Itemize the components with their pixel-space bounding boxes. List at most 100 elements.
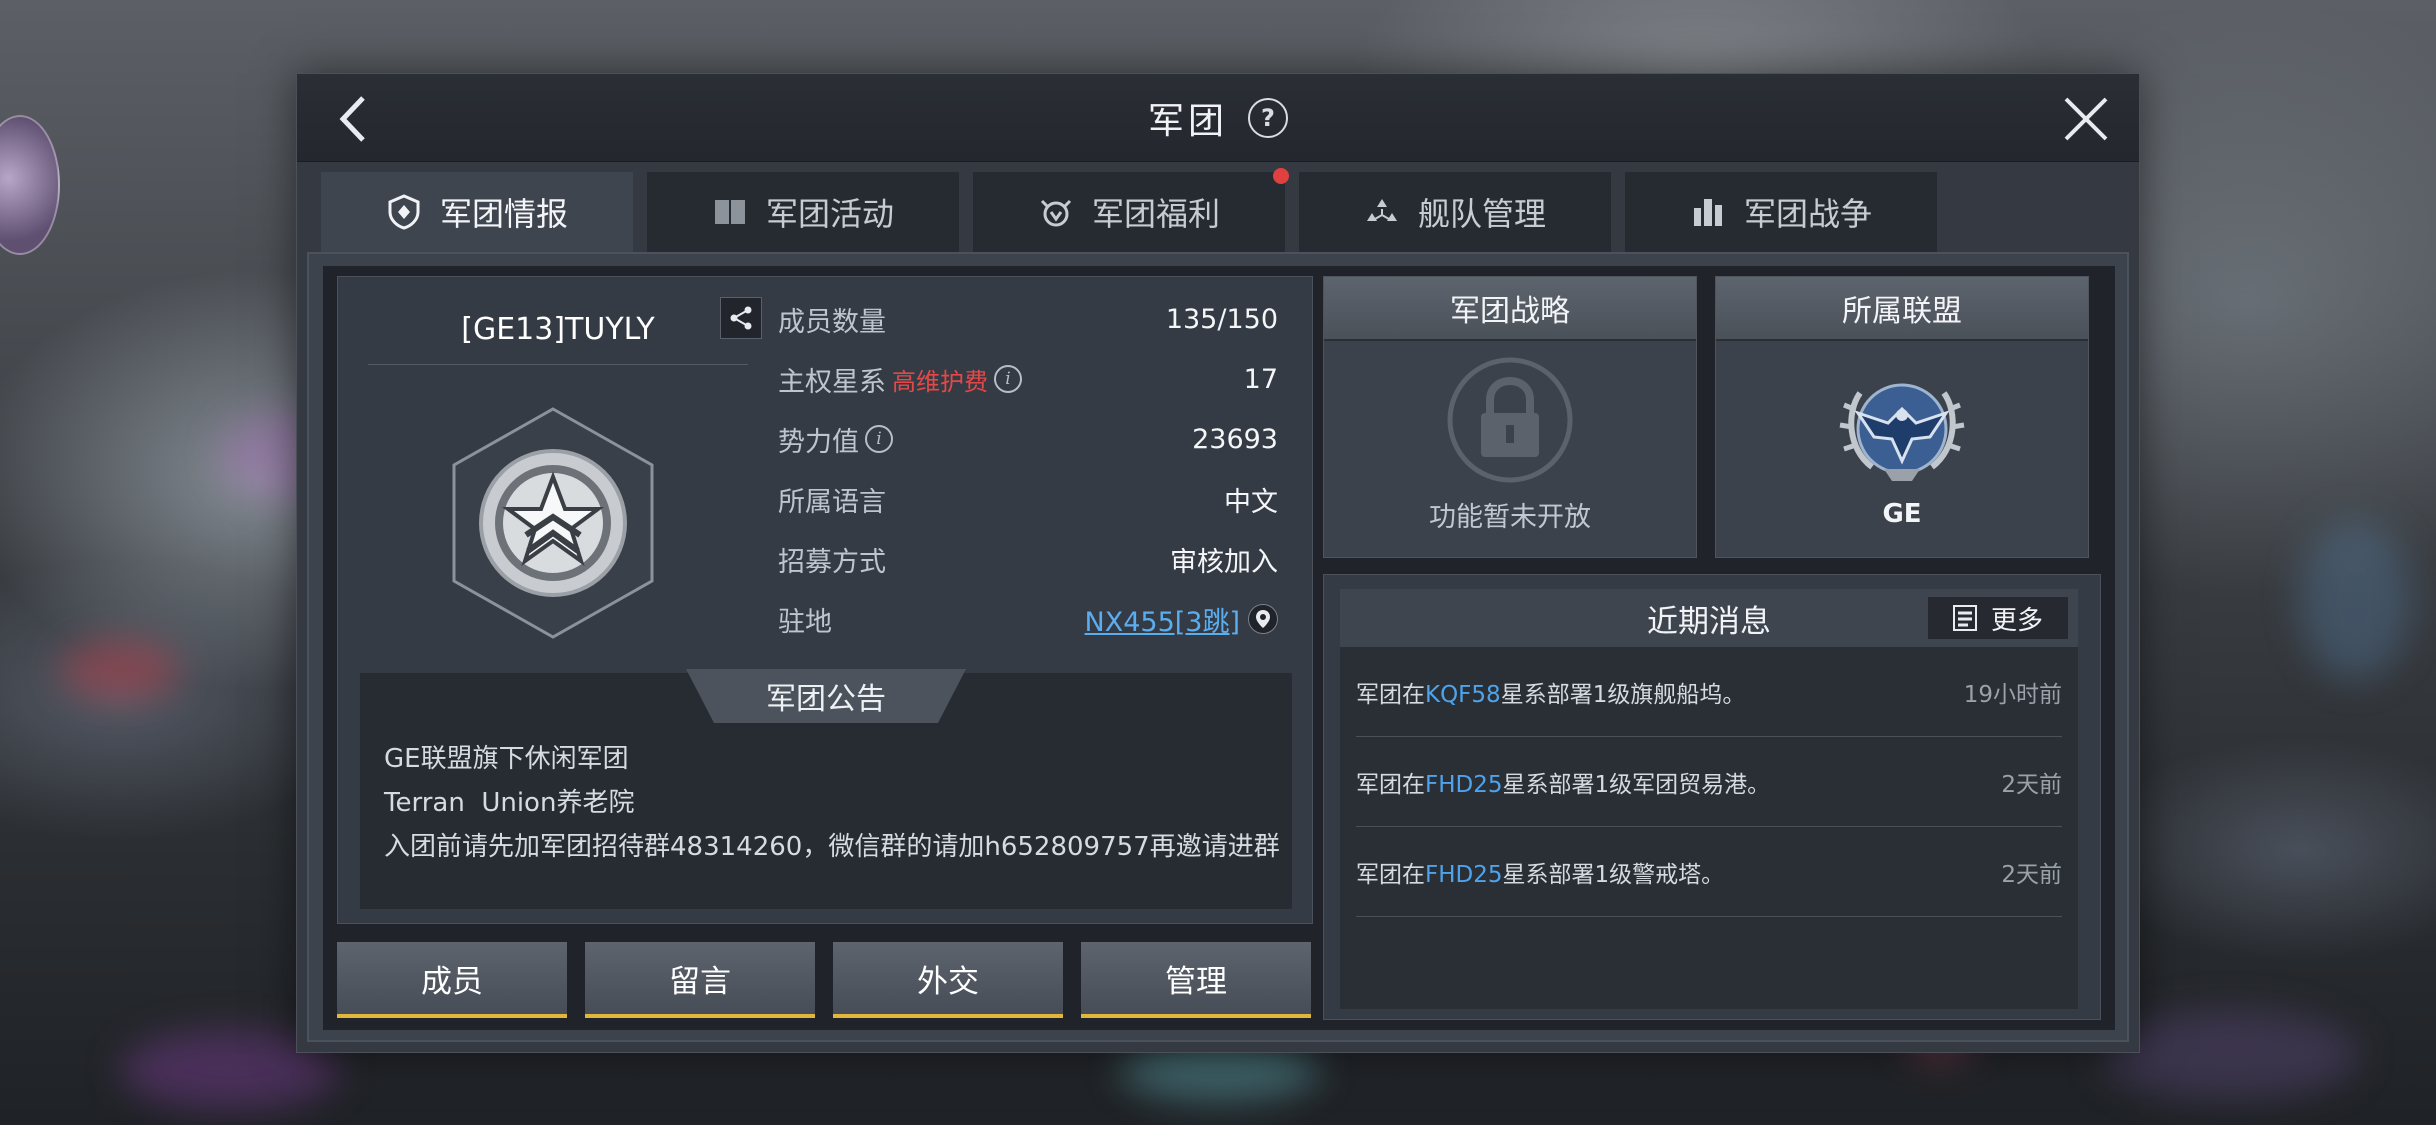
news-system-link[interactable]: KQF58 [1425, 682, 1501, 708]
news-time: 2天前 [2001, 771, 2062, 798]
manage-button[interactable]: 管理 [1081, 942, 1311, 1018]
fleet-icon [1364, 194, 1400, 230]
strategy-card[interactable]: 军团战略 功能暂未开放 [1323, 276, 1697, 558]
feature-locked-note: 功能暂未开放 [1429, 501, 1591, 533]
tab-bar: 军团情报 军团活动 军团福利 舰队管理 军团战争 [321, 168, 1937, 252]
tab-legion-info[interactable]: 军团情报 [321, 172, 633, 252]
lock-icon [1447, 357, 1573, 483]
recruit-label: 招募方式 [778, 546, 886, 578]
notice-line: Terran Union养老院 [384, 788, 635, 818]
info-icon[interactable]: i [865, 425, 893, 453]
news-prefix: 军团在 [1356, 771, 1425, 798]
legion-info-panel: [GE13]TUYLY 成员数量 135/150 主权星系 高维护费 i 17 … [337, 276, 1313, 924]
shield-icon [386, 194, 422, 230]
news-prefix: 军团在 [1356, 861, 1425, 888]
content-frame: [GE13]TUYLY 成员数量 135/150 主权星系 高维护费 i 17 … [307, 252, 2129, 1042]
close-icon [2064, 97, 2108, 141]
news-header: 近期消息 更多 [1340, 589, 2078, 647]
high-maintenance-warning: 高维护费 [892, 367, 988, 396]
diplomacy-button[interactable]: 外交 [833, 942, 1063, 1018]
news-system-link[interactable]: FHD25 [1425, 862, 1503, 888]
tab-legion-war[interactable]: 军团战争 [1625, 172, 1937, 252]
legion-stats: 成员数量 135/150 主权星系 高维护费 i 17 势力值 i 23693 … [778, 289, 1278, 649]
capital-label: 主权星系 [778, 366, 886, 398]
stat-members: 成员数量 135/150 [778, 289, 1278, 349]
power-label: 势力值 [778, 426, 859, 458]
base-location-link[interactable]: NX455[3跳] [1085, 600, 1240, 639]
alliance-title: 所属联盟 [1716, 277, 2088, 341]
notice-line: 入团前请先加军团招待群48314260，微信群的请加h652809757再邀请进… [384, 832, 1280, 862]
legion-notice: 军团公告 GE联盟旗下休闲军团 Terran Union养老院 入团前请先加军团… [360, 669, 1292, 909]
news-text: 军团在KQF58星系部署1级旗舰船坞。 [1356, 675, 1745, 709]
tab-label: 军团活动 [765, 195, 894, 233]
star-chevron-emblem-icon [448, 405, 658, 641]
stat-language: 所属语言 中文 [778, 469, 1278, 529]
members-label: 成员数量 [778, 306, 886, 338]
news-suffix: 星系部署1级军团贸易港。 [1502, 771, 1771, 798]
close-button[interactable] [2051, 84, 2121, 154]
recent-news-panel: 近期消息 更多 军团在KQF58星系部署1级旗舰船坞。 19小时前 军团在FHD… [1323, 574, 2101, 1020]
capital-value: 17 [1243, 363, 1278, 395]
info-icon[interactable]: i [994, 365, 1022, 393]
more-label: 更多 [1990, 605, 2043, 636]
tab-label: 军团情报 [439, 195, 568, 233]
location-pin-icon[interactable] [1248, 604, 1278, 634]
language-value: 中文 [1224, 486, 1278, 518]
share-button[interactable] [720, 297, 762, 339]
strategy-body: 功能暂未开放 [1324, 341, 1696, 557]
notice-line: GE联盟旗下休闲军团 [384, 744, 629, 774]
alliance-card[interactable]: 所属联盟 GE [1715, 276, 2089, 558]
window-title-text: 军团 [1147, 101, 1228, 142]
members-button[interactable]: 成员 [337, 942, 567, 1018]
stat-base: 驻地 NX455[3跳] [778, 589, 1278, 649]
stat-capital-system: 主权星系 高维护费 i 17 [778, 349, 1278, 409]
notice-text: GE联盟旗下休闲军团 Terran Union养老院 入团前请先加军团招待群48… [384, 737, 1280, 869]
share-icon [730, 306, 752, 330]
gift-icon [1038, 194, 1074, 230]
action-buttons: 成员 留言 外交 管理 [337, 942, 1317, 1018]
buildings-icon [1690, 194, 1726, 230]
capital-label-group: 主权星系 高维护费 i [778, 360, 1022, 399]
news-item: 军团在FHD25星系部署1级军团贸易港。 2天前 [1356, 737, 2062, 827]
members-value: 135/150 [1165, 303, 1278, 335]
content-area: [GE13]TUYLY 成员数量 135/150 主权星系 高维护费 i 17 … [323, 266, 2115, 1030]
alliance-body: GE [1716, 341, 2088, 557]
book-icon [712, 194, 748, 230]
notice-title: 军团公告 [686, 669, 966, 723]
power-value: 23693 [1192, 423, 1278, 455]
alliance-name: GE [1882, 499, 1922, 529]
base-label: 驻地 [778, 606, 832, 638]
stat-power: 势力值 i 23693 [778, 409, 1278, 469]
tab-legion-activity[interactable]: 军团活动 [647, 172, 959, 252]
language-label: 所属语言 [778, 486, 886, 518]
news-item: 军团在FHD25星系部署1级警戒塔。 2天前 [1356, 827, 2062, 917]
base-value-group: NX455[3跳] [1085, 600, 1278, 639]
news-suffix: 星系部署1级警戒塔。 [1502, 861, 1725, 888]
tab-legion-welfare[interactable]: 军团福利 [973, 168, 1289, 252]
news-text: 军团在FHD25星系部署1级军团贸易港。 [1356, 765, 1770, 799]
news-item: 军团在KQF58星系部署1级旗舰船坞。 19小时前 [1356, 647, 2062, 737]
news-suffix: 星系部署1级旗舰船坞。 [1500, 681, 1746, 708]
tab-label: 军团战争 [1743, 195, 1872, 233]
list-icon [1952, 605, 1977, 631]
question-mark-icon[interactable]: ? [1248, 98, 1288, 138]
power-label-group: 势力值 i [778, 420, 893, 459]
tab-fleet-management[interactable]: 舰队管理 [1299, 172, 1611, 252]
notification-badge [1273, 168, 1289, 184]
news-system-link[interactable]: FHD25 [1425, 772, 1503, 798]
message-button[interactable]: 留言 [585, 942, 815, 1018]
title-bar: 军团 ? [297, 74, 2139, 162]
legion-window: 军团 ? 军团情报 军团活动 军团福利 舰队管理 军团战争 [GE13]TUYL… [296, 73, 2140, 1053]
stat-recruit: 招募方式 审核加入 [778, 529, 1278, 589]
recruit-value: 审核加入 [1170, 546, 1278, 578]
news-text: 军团在FHD25星系部署1级警戒塔。 [1356, 855, 1724, 889]
news-prefix: 军团在 [1356, 681, 1425, 708]
window-title: 军团 ? [297, 74, 2139, 162]
news-time: 19小时前 [1963, 681, 2062, 708]
recent-news-list: 近期消息 更多 军团在KQF58星系部署1级旗舰船坞。 19小时前 军团在FHD… [1340, 589, 2078, 1009]
news-time: 2天前 [2001, 861, 2062, 888]
tab-label: 军团福利 [1091, 195, 1220, 233]
news-title: 近期消息 [1647, 603, 1771, 640]
more-button[interactable]: 更多 [1928, 597, 2068, 639]
eagle-emblem-icon [1839, 383, 1965, 481]
